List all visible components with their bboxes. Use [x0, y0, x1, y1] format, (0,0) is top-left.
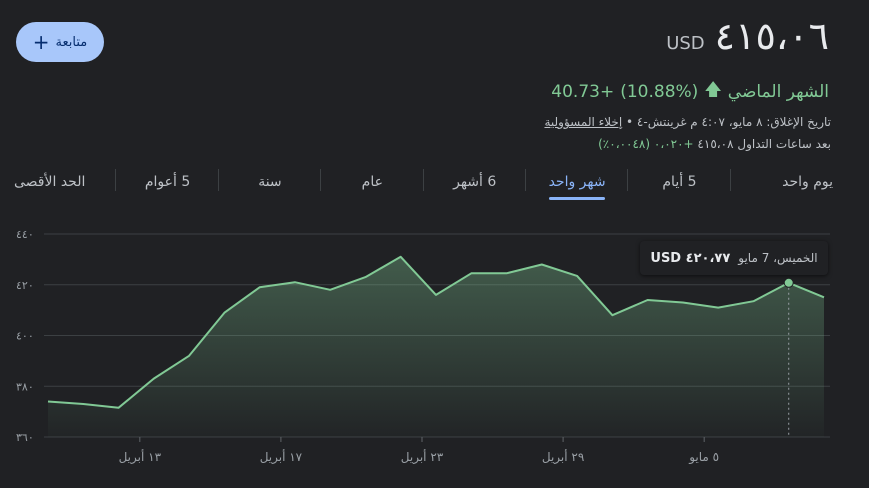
currency-label: USD [666, 33, 705, 54]
price-change: الشهر الماضي 🡅 (10.88%) +40.73 [551, 77, 829, 106]
after-hours-info: بعد ساعات التداول ٤١٥،٠٨ +٠،٠٢٠ (٠،٠٠٤٨٪… [598, 137, 831, 151]
x-tick-label: ٢٣ أبريل [401, 449, 444, 465]
x-tick-label: ٢٩ أبريل [542, 449, 584, 465]
follow-label: متابعة [55, 34, 88, 50]
change-percent: (10.88%) [620, 81, 699, 102]
tab-label: 5 أعوام [144, 174, 191, 190]
range-tabs: يوم واحد 5 أيام شهر واحد 6 أشهر عام سنة … [14, 162, 833, 202]
arrow-up-icon: 🡅 [704, 80, 722, 100]
y-tick-label: ٤٠٠ [16, 330, 34, 343]
disclaimer-link[interactable]: إخلاء المسؤولية [544, 115, 622, 129]
price-area [48, 256, 824, 437]
hover-point [783, 277, 794, 288]
tab-5d[interactable]: 5 أيام [628, 162, 732, 202]
active-tab-indicator [549, 197, 606, 200]
tab-label: شهر واحد [548, 174, 606, 190]
tab-label: عام [361, 174, 383, 190]
close-info: تاريخ الإغلاق: ٨ مايو، ٤:٠٧ م غرينتش-٤ •… [544, 115, 831, 129]
change-amount: +40.73 [551, 81, 615, 102]
tooltip-date: الخميس، 7 مايو [738, 251, 818, 265]
tab-label: الحد الأقصى [14, 174, 86, 190]
tab-1d[interactable]: يوم واحد [731, 162, 833, 202]
after-hours-label: بعد ساعات التداول [737, 137, 831, 151]
current-price: ٤١٥،٠٦ [714, 14, 829, 58]
y-tick-label: ٤٢٠ [16, 279, 34, 292]
tab-ytd[interactable]: عام [321, 162, 424, 202]
tab-5y[interactable]: 5 أعوام [116, 162, 220, 202]
change-period: الشهر الماضي [727, 81, 829, 102]
tab-6m[interactable]: 6 أشهر [424, 162, 527, 202]
after-hours-change: +٠،٠٢٠ (٠،٠٠٤٨٪) [598, 137, 694, 151]
tab-max[interactable]: الحد الأقصى [14, 162, 117, 202]
close-text: تاريخ الإغلاق: ٨ مايو، ٤:٠٧ م غرينتش-٤ • [626, 115, 831, 129]
x-tick-label: ١٧ أبريل [260, 449, 303, 465]
tab-1m[interactable]: شهر واحد [526, 162, 629, 202]
y-tick-label: ٣٦٠ [16, 431, 34, 444]
tab-label: 5 أيام [662, 174, 697, 190]
x-tick-label: ١٣ أبريل [119, 449, 162, 465]
y-tick-label: ٣٨٠ [16, 380, 34, 393]
x-tick-label: ٥ مايو [688, 450, 719, 465]
tab-label: يوم واحد [782, 174, 833, 190]
plus-icon: + [32, 30, 50, 54]
tooltip-value: ٤٢٠،٧٧ USD [650, 250, 731, 266]
tab-label: سنة [258, 174, 282, 190]
price-display: USD ٤١٥،٠٦ [666, 14, 829, 58]
tab-label: 6 أشهر [453, 174, 497, 190]
after-hours-price: ٤١٥،٠٨ [697, 137, 734, 151]
follow-button[interactable]: + متابعة [16, 22, 104, 62]
chart-tooltip: الخميس، 7 مايو ٤٢٠،٧٧ USD [640, 241, 828, 275]
y-tick-label: ٤٤٠ [16, 228, 34, 241]
tab-1y[interactable]: سنة [219, 162, 322, 202]
